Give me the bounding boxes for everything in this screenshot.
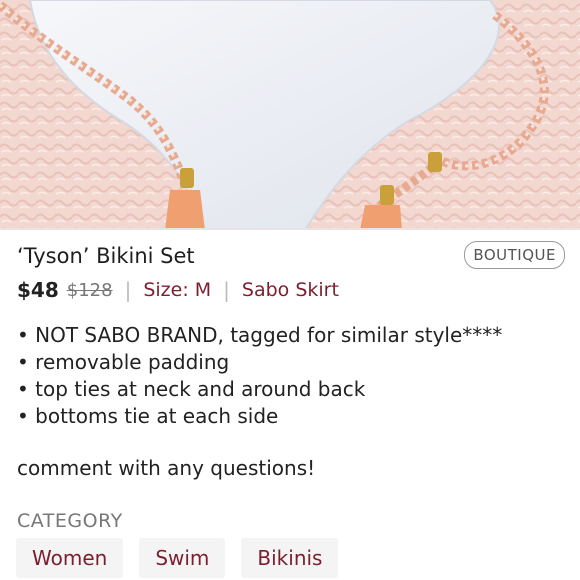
listing-title: ‘Tyson’ Bikini Set: [17, 244, 195, 268]
price-row: $48 $128 | Size: M | Sabo Skirt: [17, 278, 339, 302]
category-label: CATEGORY: [17, 510, 123, 532]
divider: |: [124, 278, 132, 302]
category-chip-swim[interactable]: Swim: [139, 538, 226, 578]
description-line: • removable padding: [17, 350, 230, 374]
description-line: • NOT SABO BRAND, tagged for similar sty…: [17, 323, 503, 347]
listing-details: ‘Tyson’ Bikini Set BOUTIQUE $48 $128 | S…: [0, 230, 580, 580]
description: • NOT SABO BRAND, tagged for similar sty…: [17, 322, 567, 430]
category-chip-women[interactable]: Women: [16, 538, 124, 578]
original-price: $128: [66, 279, 113, 301]
category-chips: Women Swim Bikinis: [16, 538, 339, 578]
price: $48: [17, 278, 59, 302]
product-photo[interactable]: [0, 0, 580, 230]
description-line: • top ties at neck and around back: [17, 377, 366, 401]
comment-text: comment with any questions!: [17, 456, 316, 480]
boutique-badge[interactable]: BOUTIQUE: [464, 241, 565, 269]
brand-link[interactable]: Sabo Skirt: [242, 279, 339, 301]
description-line: • bottoms tie at each side: [17, 404, 279, 428]
category-chip-bikinis[interactable]: Bikinis: [241, 538, 339, 578]
size-link[interactable]: Size: M: [143, 279, 211, 301]
divider: |: [223, 278, 230, 302]
